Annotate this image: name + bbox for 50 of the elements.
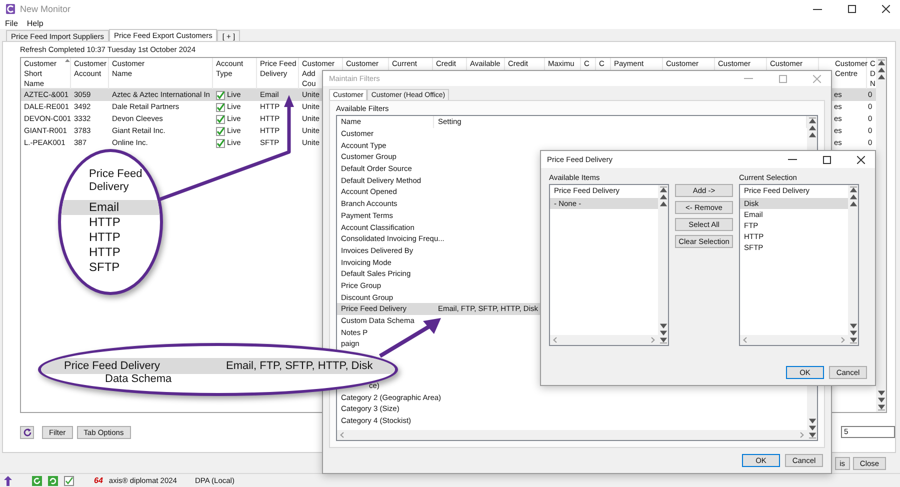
maximize-icon[interactable] xyxy=(823,156,831,164)
window-title: New Monitor xyxy=(20,4,71,14)
magnified-row-text: HTTP xyxy=(88,215,122,230)
vertical-scrollbar[interactable] xyxy=(658,185,668,345)
magnified-row: Email xyxy=(61,200,160,215)
checkbox[interactable] xyxy=(216,102,225,112)
refresh-icon[interactable] xyxy=(48,476,58,486)
scroll-left-icon[interactable] xyxy=(553,337,557,343)
close-icon[interactable] xyxy=(857,156,865,164)
menu-item[interactable]: Help xyxy=(26,18,44,29)
horizontal-scrollbar[interactable] xyxy=(550,335,658,345)
app-logo-icon xyxy=(6,4,15,14)
horizontal-scrollbar[interactable] xyxy=(740,335,848,345)
scroll-up-icon[interactable] xyxy=(808,117,816,139)
sort-icon xyxy=(65,59,70,62)
refresh-icon[interactable] xyxy=(32,476,42,486)
scroll-down-icon[interactable] xyxy=(850,322,856,344)
magnified-row-text: SFTP xyxy=(88,260,121,275)
refresh-button[interactable] xyxy=(20,426,34,438)
checkbox[interactable] xyxy=(216,138,225,148)
product-logo: 64 xyxy=(94,476,103,485)
close-icon[interactable] xyxy=(882,5,890,13)
minimize-icon[interactable] xyxy=(813,8,822,10)
maximize-icon[interactable] xyxy=(848,5,856,13)
vertical-scrollbar[interactable] xyxy=(848,185,858,345)
magnified-row-text: HTTP xyxy=(88,245,122,260)
scroll-up-icon[interactable] xyxy=(878,59,884,81)
scroll-right-icon[interactable] xyxy=(651,337,655,343)
magnified-row-text: HTTP xyxy=(88,230,122,245)
scroll-up-icon[interactable] xyxy=(850,186,856,208)
scroll-down-icon[interactable] xyxy=(808,417,816,439)
scroll-right-icon[interactable] xyxy=(800,432,804,438)
scroll-down-icon[interactable] xyxy=(660,322,666,344)
magnified-name: Price Feed Delivery xyxy=(64,359,161,374)
magnified-header: Price Feed Delivery xyxy=(89,168,144,194)
magnified-setting: Email, FTP, SFTP, HTTP, Disk xyxy=(226,359,374,374)
vertical-scrollbar[interactable] xyxy=(876,58,886,412)
checkbox[interactable] xyxy=(216,90,225,100)
checkbox[interactable] xyxy=(216,114,225,124)
scroll-down-icon[interactable] xyxy=(878,389,884,411)
scroll-left-icon[interactable] xyxy=(743,337,747,343)
horizontal-scrollbar[interactable] xyxy=(337,430,807,440)
magnified-text: Data Schema xyxy=(105,374,173,385)
scroll-right-icon[interactable] xyxy=(841,337,845,343)
scroll-up-icon[interactable] xyxy=(660,186,666,208)
menu-item[interactable]: File xyxy=(5,18,18,29)
up-arrow-icon[interactable] xyxy=(4,476,12,486)
checklist-icon[interactable] xyxy=(64,476,74,486)
scroll-left-icon[interactable] xyxy=(340,432,344,438)
checkbox[interactable] xyxy=(216,126,225,136)
